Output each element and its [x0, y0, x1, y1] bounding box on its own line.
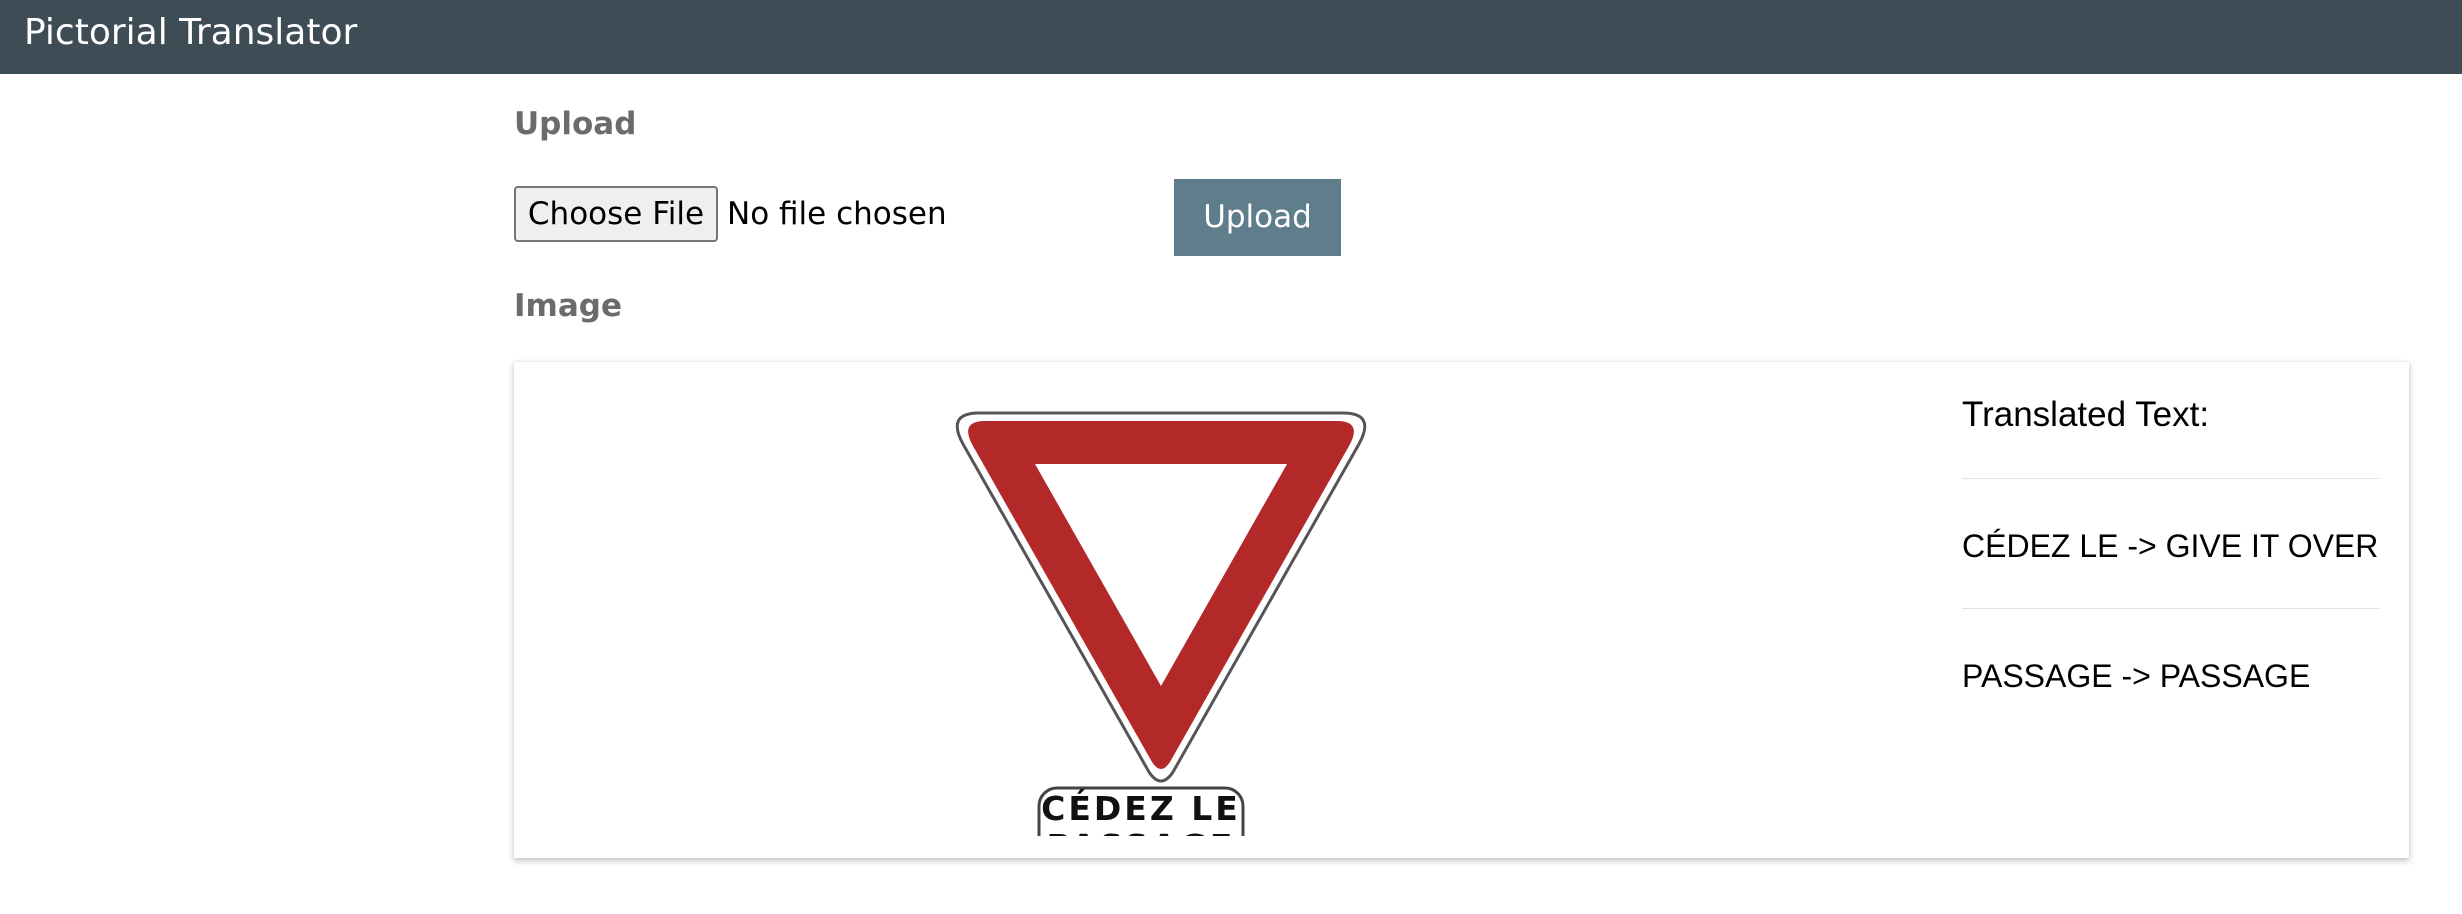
upload-button[interactable]: Upload: [1174, 179, 1341, 256]
divider: [1962, 478, 2380, 479]
choose-file-button[interactable]: Choose File: [514, 186, 718, 242]
file-status-text: No file chosen: [727, 196, 947, 232]
translation-item: PASSAGE -> PASSAGE: [1962, 658, 2311, 694]
image-result-card: CÉDEZ LE PASSAGE Translated Text: CÉDEZ …: [514, 362, 2409, 858]
sign-text-line-2: PASSAGE: [1047, 827, 1236, 836]
divider: [1962, 608, 2380, 609]
yield-sign-image: CÉDEZ LE PASSAGE: [955, 411, 1367, 836]
upload-heading: Upload: [514, 106, 637, 142]
top-app-bar: Pictorial Translator: [0, 0, 2462, 74]
translation-item: CÉDEZ LE -> GIVE IT OVER: [1962, 528, 2379, 564]
sign-text-line-1: CÉDEZ LE: [1041, 788, 1241, 828]
app-title: Pictorial Translator: [24, 12, 358, 53]
image-heading: Image: [514, 288, 622, 324]
translated-text-title: Translated Text:: [1962, 395, 2210, 434]
